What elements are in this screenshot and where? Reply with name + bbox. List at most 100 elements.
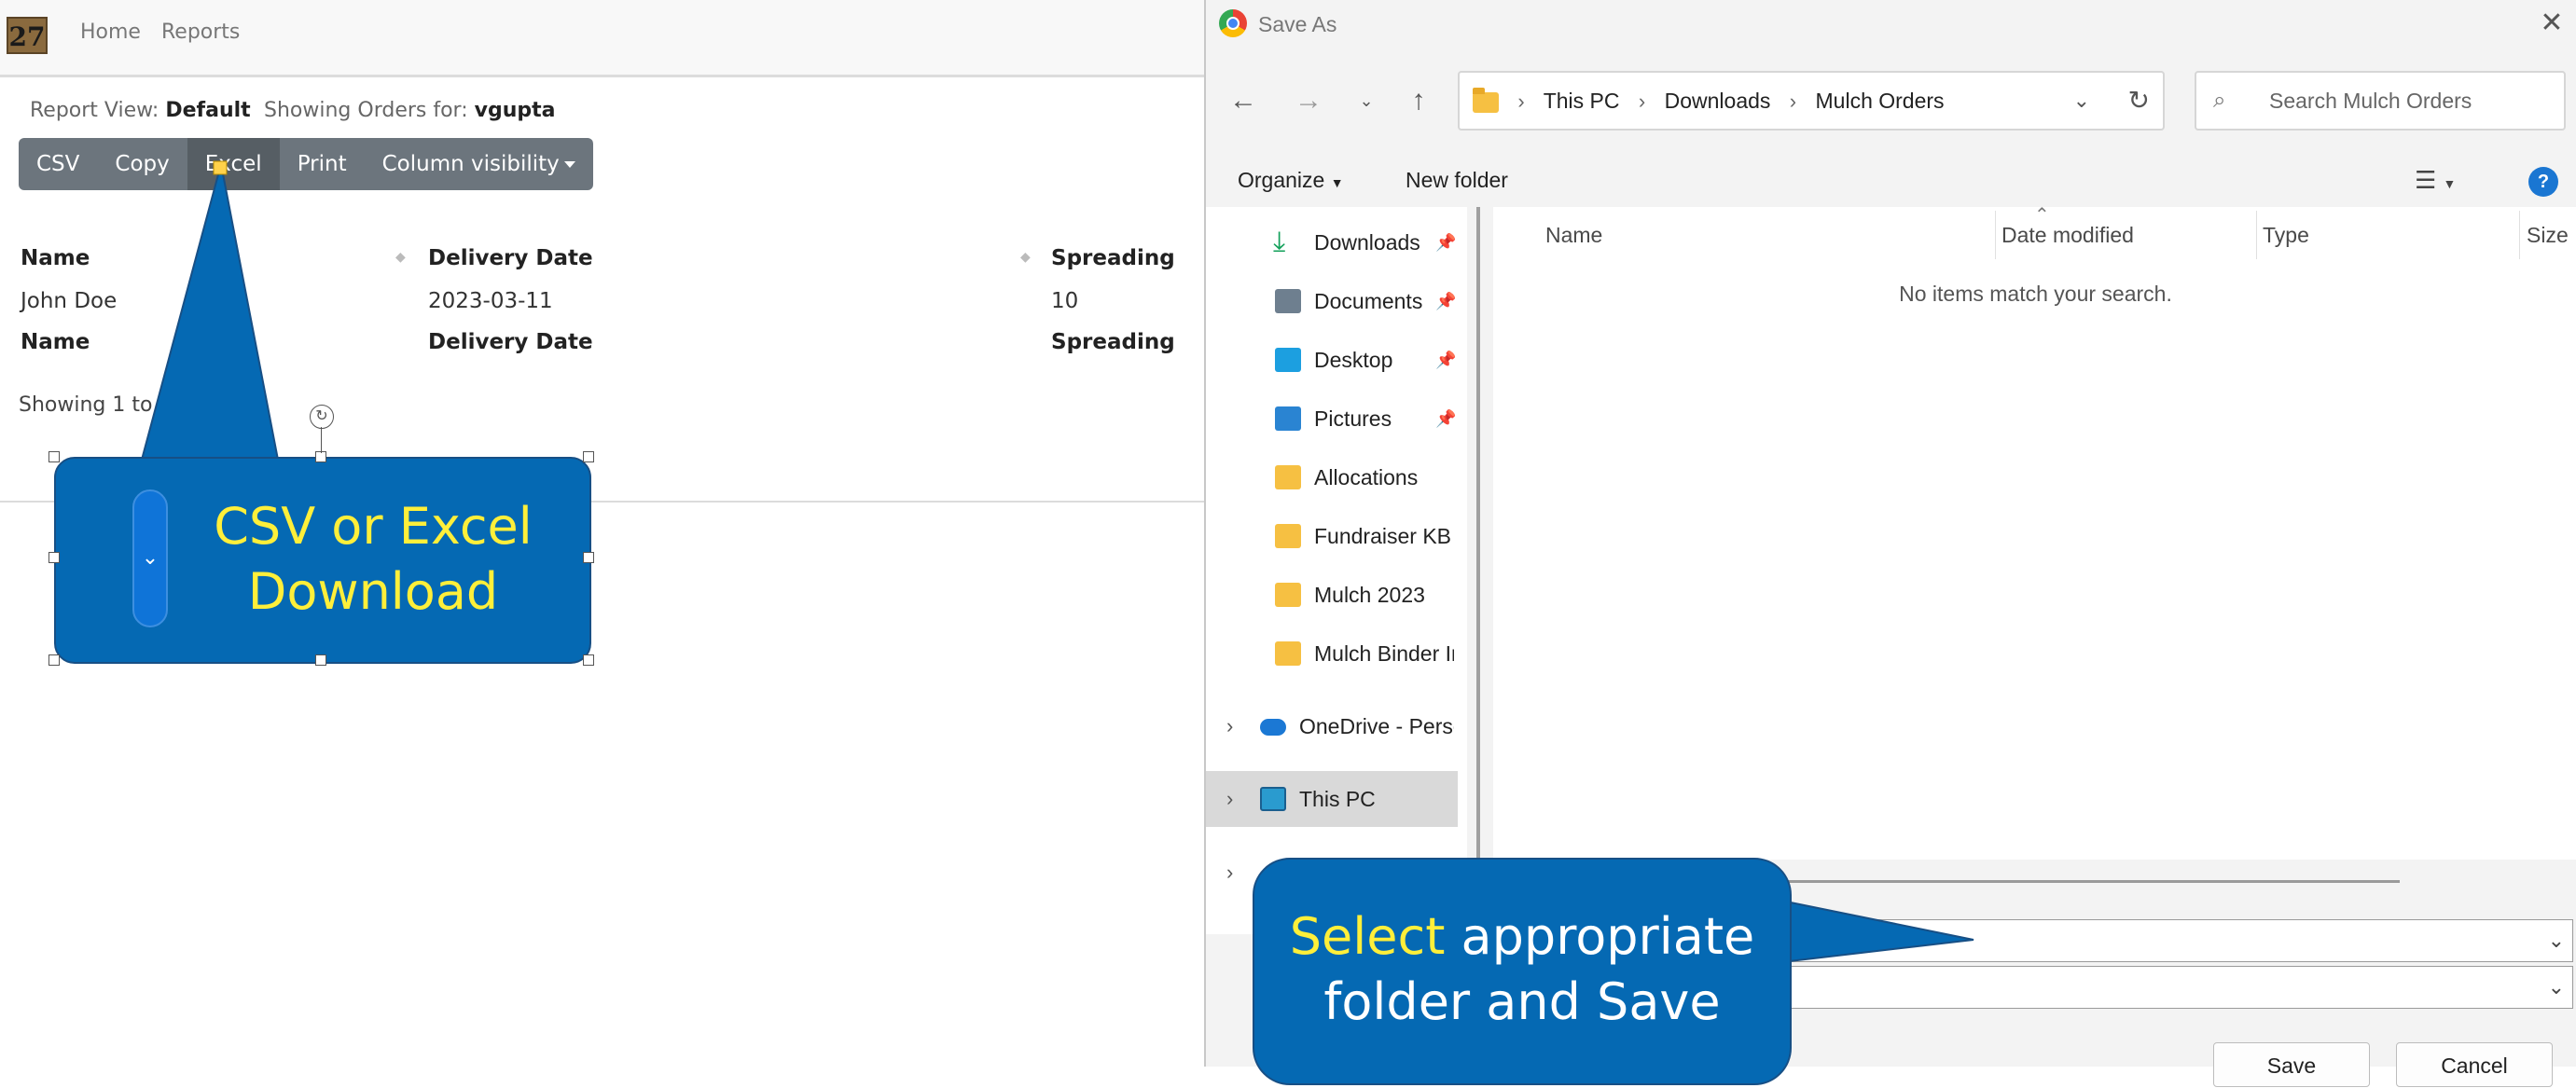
chevron-right-icon[interactable]: ›	[1639, 90, 1645, 113]
refresh-icon[interactable]: ↻	[2128, 73, 2150, 129]
nav-item-label: OneDrive - Perso	[1299, 714, 1454, 738]
sort-icon[interactable]: ◆	[395, 250, 406, 265]
organize-button[interactable]: Organize ▼	[1238, 153, 1344, 210]
chevron-down-icon[interactable]: ⌄	[2548, 967, 2565, 1008]
resize-handle[interactable]	[315, 654, 326, 666]
organize-label: Organize	[1238, 168, 1325, 192]
nav-item-onedrive[interactable]: › OneDrive - Perso	[1206, 698, 1458, 754]
nav-item-desktop[interactable]: Desktop 📌	[1206, 332, 1458, 388]
csv-button[interactable]: CSV	[19, 138, 97, 190]
nav-item-documents[interactable]: Documents 📌	[1206, 273, 1458, 329]
column-header-spreading[interactable]: Spreading	[1051, 246, 1175, 270]
rotate-handle-icon[interactable]: ↻	[310, 405, 334, 429]
select-folder-callout-text: Select appropriate folder and Save	[1254, 904, 1790, 1035]
nav-item-fundraiser-kb[interactable]: Fundraiser KB	[1206, 508, 1458, 564]
nav-item-label: Mulch 2023	[1314, 583, 1425, 607]
file-type-select[interactable]: ⌄	[1784, 966, 2573, 1009]
table-info: Showing 1 to s	[19, 393, 266, 417]
file-list-pane: ⌃ Name Date modified Type Size No items …	[1493, 205, 2576, 860]
chevron-down-icon[interactable]: ⌄	[2548, 920, 2565, 961]
resize-handle[interactable]	[48, 654, 60, 666]
view-options-icon[interactable]: ☰ ▼	[2415, 153, 2456, 211]
chevron-right-icon[interactable]: ›	[1226, 845, 1233, 901]
column-header-size[interactable]: Size	[2527, 207, 2569, 263]
copy-button[interactable]: Copy	[97, 138, 187, 190]
pin-icon: 📌	[1435, 351, 1457, 369]
nav-item-label: Desktop	[1314, 348, 1393, 372]
column-header-name[interactable]: Name	[1545, 207, 1602, 263]
nav-item-label: Allocations	[1314, 465, 1419, 489]
column-header-type[interactable]: Type	[2263, 207, 2309, 263]
chevron-right-icon[interactable]: ›	[1226, 698, 1233, 754]
resize-handle[interactable]	[583, 552, 594, 563]
breadcrumb-downloads[interactable]: Downloads	[1665, 89, 1771, 113]
cancel-button[interactable]: Cancel	[2396, 1042, 2553, 1087]
nav-scrollbar[interactable]	[1476, 207, 1480, 860]
resize-handle[interactable]	[48, 552, 60, 563]
column-visibility-label: Column visibility	[381, 152, 560, 176]
showing-orders-label: Showing Orders for:	[264, 99, 468, 122]
download-callout-text: CSV or Excel Download	[214, 497, 533, 621]
resize-handle[interactable]	[583, 451, 594, 462]
forward-arrow-icon[interactable]: →	[1288, 73, 1329, 129]
resize-handle[interactable]	[48, 451, 60, 462]
rotate-handle-stem	[321, 427, 322, 453]
file-name-input[interactable]: ⌄	[1784, 919, 2573, 962]
this-pc-icon	[1260, 787, 1286, 811]
print-button[interactable]: Print	[280, 138, 365, 190]
column-header-date-modified[interactable]: Date modified	[2001, 207, 2134, 263]
up-arrow-icon[interactable]: ↑	[1398, 73, 1439, 129]
select-folder-callout[interactable]: Select appropriate folder and Save	[1253, 858, 1792, 1085]
nav-item-label: Pictures	[1314, 406, 1392, 431]
column-divider[interactable]	[2256, 211, 2257, 259]
breadcrumb-mulch-orders[interactable]: Mulch Orders	[1816, 89, 1945, 113]
back-arrow-icon[interactable]: ←	[1223, 73, 1264, 129]
address-bar[interactable]: › This PC › Downloads › Mulch Orders ⌄ ↻	[1458, 71, 2165, 131]
top-navbar: 27 Home Reports	[0, 0, 1212, 77]
resize-handle[interactable]	[583, 654, 594, 666]
nav-item-this-pc[interactable]: › This PC	[1206, 771, 1458, 827]
column-header-name[interactable]: Name	[21, 246, 90, 270]
report-view-label: Report View:	[30, 99, 159, 122]
close-icon[interactable]: ✕	[2531, 2, 2572, 45]
download-callout[interactable]: ⌄ CSV or Excel Download	[54, 457, 591, 664]
nav-item-label: Fundraiser KB	[1314, 524, 1452, 548]
excel-button[interactable]: Excel	[187, 138, 280, 190]
column-footer-name: Name	[21, 330, 90, 354]
caret-down-icon: ▼	[1330, 175, 1344, 190]
nav-item-pictures[interactable]: Pictures 📌	[1206, 391, 1458, 447]
column-visibility-button[interactable]: Column visibility	[365, 138, 593, 190]
nav-item-allocations[interactable]: Allocations	[1206, 449, 1458, 505]
address-dropdown-icon[interactable]: ⌄	[2073, 73, 2090, 129]
help-icon[interactable]: ?	[2528, 167, 2558, 197]
pin-icon: 📌	[1435, 292, 1457, 310]
breadcrumb-this-pc[interactable]: This PC	[1544, 89, 1620, 113]
nav-home-link[interactable]: Home	[80, 21, 141, 44]
nav-item-mulch-2023[interactable]: Mulch 2023	[1206, 567, 1458, 623]
nav-item-label: Documents	[1314, 289, 1423, 313]
collapse-handle-icon[interactable]: ⌄	[132, 489, 168, 627]
dialog-toolbar: Organize ▼ New folder ☰ ▼ ?	[1206, 153, 2576, 207]
search-input[interactable]: ⌕ Search Mulch Orders	[2195, 71, 2566, 131]
app-logo[interactable]: 27	[7, 17, 48, 54]
sort-icon[interactable]: ◆	[1020, 250, 1031, 265]
desktop-icon	[1275, 348, 1301, 372]
folder-icon	[1275, 524, 1301, 548]
column-divider[interactable]	[2519, 211, 2520, 259]
nav-item-downloads[interactable]: ⤓ Downloads 📌	[1206, 214, 1458, 270]
chevron-right-icon[interactable]: ›	[1790, 90, 1796, 113]
search-placeholder: Search Mulch Orders	[2269, 89, 2472, 113]
chevron-right-icon[interactable]: ›	[1226, 771, 1233, 827]
cell-spreading: 10	[1051, 289, 1079, 313]
nav-reports-link[interactable]: Reports	[161, 21, 240, 44]
chrome-icon	[1219, 9, 1247, 37]
save-button[interactable]: Save	[2213, 1042, 2370, 1087]
column-header-delivery-date[interactable]: Delivery Date	[428, 246, 593, 270]
nav-item-mulch-binder[interactable]: Mulch Binder Ir	[1206, 626, 1458, 682]
recent-locations-chevron-icon[interactable]: ⌄	[1346, 73, 1387, 129]
download-icon: ⤓	[1273, 227, 1286, 257]
column-divider[interactable]	[1995, 211, 1996, 259]
chevron-right-icon[interactable]: ›	[1517, 90, 1524, 113]
horizontal-scrollbar[interactable]	[1747, 880, 2400, 883]
new-folder-button[interactable]: New folder	[1406, 153, 1508, 207]
